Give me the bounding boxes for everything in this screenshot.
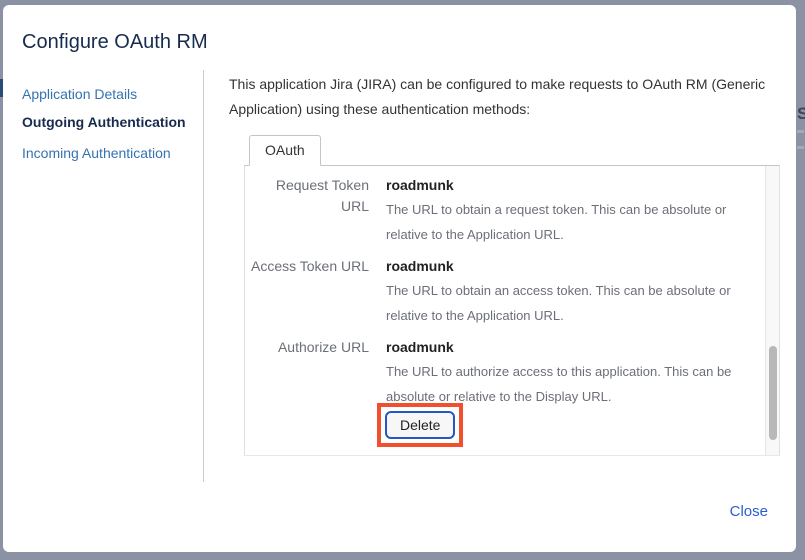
- field-content: roadmunk The URL to obtain a request tok…: [386, 175, 768, 247]
- field-content: roadmunk The URL to authorize access to …: [386, 337, 768, 409]
- sidebar-item-application-details[interactable]: Application Details: [22, 86, 198, 102]
- field-row-request-token-url: Request Token URL roadmunk The URL to ob…: [245, 175, 779, 247]
- background-clipped-text: S: [797, 104, 805, 124]
- intro-text: This application Jira (JIRA) can be conf…: [229, 72, 774, 122]
- sidebar-item-incoming-authentication[interactable]: Incoming Authentication: [22, 145, 198, 161]
- oauth-settings-panel: Request Token URL roadmunk The URL to ob…: [244, 165, 780, 456]
- panel-scrollbar[interactable]: [765, 166, 779, 455]
- annotation-highlight-box: Delete: [377, 403, 463, 447]
- field-value: roadmunk: [386, 175, 768, 196]
- close-button[interactable]: Close: [730, 503, 768, 520]
- field-content: roadmunk The URL to obtain an access tok…: [386, 256, 768, 328]
- field-label: Access Token URL: [245, 256, 369, 328]
- configure-oauth-dialog: Configure OAuth RM Application Details O…: [3, 5, 796, 552]
- tab-oauth[interactable]: OAuth: [249, 135, 321, 166]
- field-value: roadmunk: [386, 256, 768, 277]
- delete-button[interactable]: Delete: [385, 411, 455, 439]
- field-row-authorize-url: Authorize URL roadmunk The URL to author…: [245, 337, 779, 409]
- field-description: The URL to authorize access to this appl…: [386, 359, 766, 409]
- screen: { "background": { "overlay_color": "#8b9…: [0, 0, 805, 560]
- field-value: roadmunk: [386, 337, 768, 358]
- sidebar-divider: [203, 70, 204, 482]
- field-description: The URL to obtain an access token. This …: [386, 278, 766, 328]
- field-row-access-token-url: Access Token URL roadmunk The URL to obt…: [245, 256, 779, 328]
- background-text-fragment: [797, 130, 804, 133]
- auth-methods-section: OAuth Request Token URL roadmunk The URL…: [244, 135, 782, 456]
- dialog-title: Configure OAuth RM: [22, 28, 208, 56]
- field-label: Request Token URL: [245, 175, 369, 247]
- background-text-fragment: [797, 146, 804, 149]
- dialog-main: This application Jira (JIRA) can be conf…: [229, 72, 782, 456]
- dialog-sidebar: Application Details Outgoing Authenticat…: [22, 86, 198, 161]
- field-label: Authorize URL: [245, 337, 369, 409]
- scrollbar-thumb[interactable]: [769, 346, 777, 440]
- field-description: The URL to obtain a request token. This …: [386, 197, 766, 247]
- sidebar-item-outgoing-authentication[interactable]: Outgoing Authentication: [22, 115, 198, 131]
